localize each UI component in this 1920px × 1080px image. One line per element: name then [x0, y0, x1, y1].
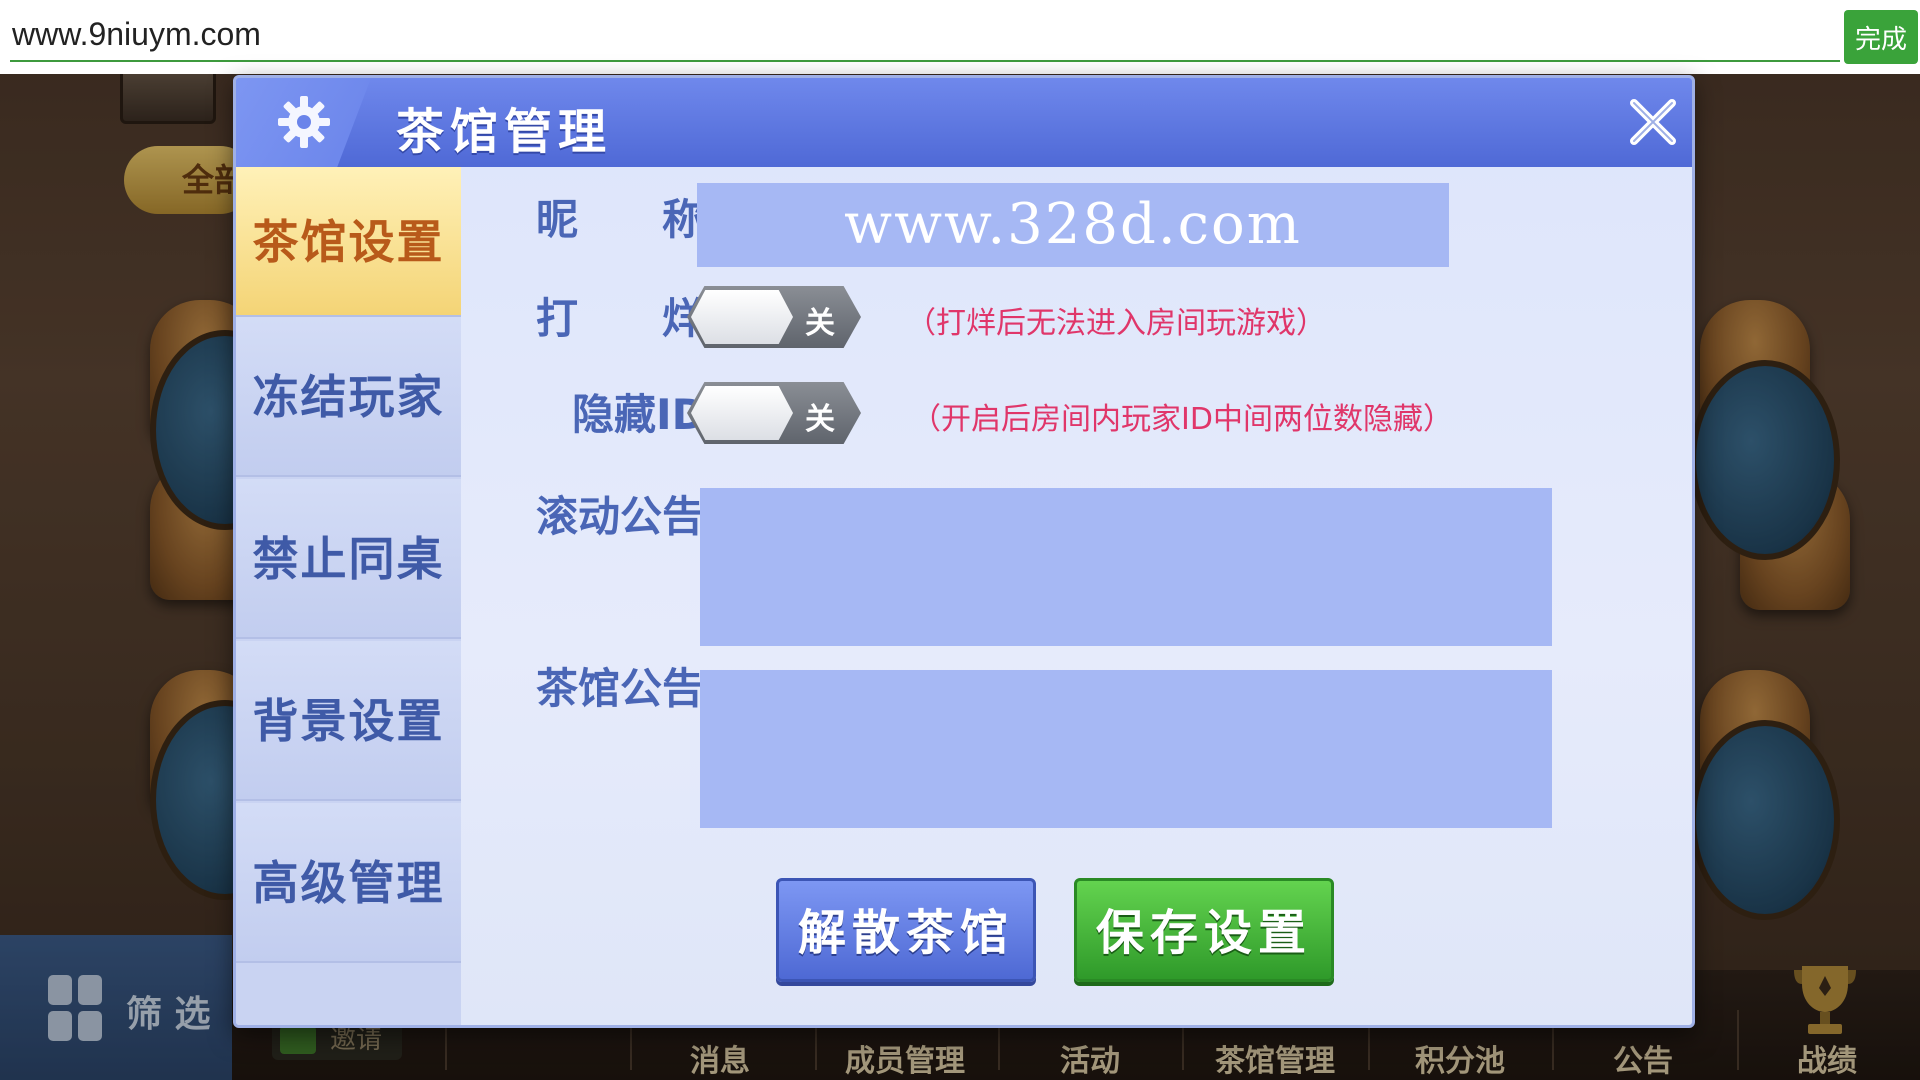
hide-id-toggle-state: 关: [805, 402, 835, 437]
browser-url-bar: 完成: [0, 0, 1920, 74]
teahouse-management-dialog: 茶馆管理 茶馆设置 冻结玩家 禁止同桌 背景设置 高级管理 昵 称 www.32…: [233, 75, 1695, 1028]
closed-hint: （打烊后无法进入房间玩游戏）: [906, 306, 1326, 341]
closed-label: 打 烊: [536, 294, 705, 343]
hide-id-hint: （开启后房间内玩家ID中间两位数隐藏）: [911, 402, 1453, 437]
close-icon[interactable]: [1626, 95, 1680, 149]
disband-teahouse-button[interactable]: 解散茶馆: [776, 878, 1036, 982]
scroll-notice-label: 滚动公告: [536, 492, 705, 541]
scroll-notice-field[interactable]: [700, 488, 1552, 646]
closed-toggle[interactable]: 关: [687, 286, 861, 348]
nickname-field[interactable]: www.328d.com: [697, 183, 1449, 267]
dialog-header: 茶馆管理: [236, 78, 1692, 167]
url-input[interactable]: [10, 8, 1840, 62]
gear-icon: [278, 96, 330, 148]
tab-background-settings[interactable]: 背景设置: [236, 641, 461, 801]
tab-freeze-players[interactable]: 冻结玩家: [236, 317, 461, 477]
save-settings-button[interactable]: 保存设置: [1074, 878, 1334, 982]
tab-no-same-table[interactable]: 禁止同桌: [236, 479, 461, 639]
header-gear-panel: [236, 78, 371, 167]
tab-teahouse-settings[interactable]: 茶馆设置: [236, 167, 461, 317]
hide-id-toggle[interactable]: 关: [687, 382, 861, 444]
tab-advanced-management[interactable]: 高级管理: [236, 803, 461, 963]
done-button[interactable]: 完成: [1844, 10, 1918, 64]
settings-tab-list: 茶馆设置 冻结玩家 禁止同桌 背景设置 高级管理: [236, 167, 461, 1025]
dialog-title: 茶馆管理: [396, 104, 613, 160]
nickname-label: 昵 称: [536, 195, 705, 244]
teahouse-notice-label: 茶馆公告: [536, 664, 705, 713]
closed-toggle-state: 关: [805, 306, 835, 341]
teahouse-notice-field[interactable]: [700, 670, 1552, 828]
